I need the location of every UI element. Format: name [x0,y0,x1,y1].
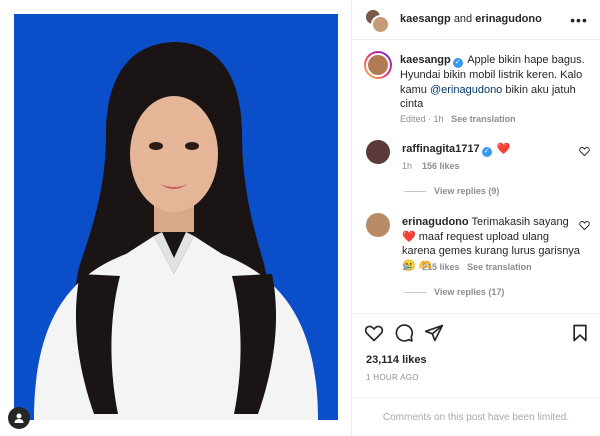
like-comment-icon[interactable] [579,146,590,157]
author-conjunction: and [453,13,473,25]
caption-meta: Edited · 1h See translation [400,114,516,124]
share-send-icon[interactable] [424,323,444,343]
post-media-pane [0,0,352,436]
comment-text: raffinagita1717 ✓ ❤️ [402,142,582,157]
comment-likes[interactable]: 156 likes [422,161,460,171]
view-replies-button[interactable]: View replies (17) [434,287,504,297]
post-photo[interactable] [14,14,338,420]
post-authors: kaesangp and erinagudono [400,13,542,25]
collab-avatars[interactable] [364,8,390,34]
verified-badge-icon: ✓ [452,58,463,68]
heart-emoji: ❤️ [496,143,511,155]
comment-meta: 1h 215 likes See translation [402,262,532,272]
comment-body-2: maaf request upload ulang karena gemes k… [402,230,580,258]
tagged-user-button[interactable] [8,407,30,429]
caption-username[interactable]: kaesangp [400,54,451,66]
post-timestamp[interactable]: 1 HOUR AGO [366,373,419,382]
post-likes-count[interactable]: 23,114 likes [366,354,427,366]
author-link[interactable]: erinagudono [475,13,542,25]
comment-username[interactable]: erinagudono [402,216,469,228]
author-link[interactable]: kaesangp [400,13,451,25]
comment-body: Terimakasih sayang [471,216,569,228]
more-options-icon[interactable]: ••• [570,11,588,29]
caption-time: 1h [433,114,444,124]
portrait-illustration [14,14,338,420]
comment-likes[interactable]: 215 likes [422,262,460,272]
comment-username[interactable]: raffinagita1717 [402,143,480,155]
see-translation-link[interactable]: See translation [467,262,532,272]
comments-limited-notice: Comments on this post have been limited. [352,397,600,436]
mention-link[interactable]: @erinagudono [430,84,502,96]
user-icon [14,413,24,423]
post-header: kaesangp and erinagudono ••• [352,0,600,40]
heart-emoji: ❤️ [402,230,416,243]
action-bar [352,313,600,353]
comment-meta: 1h 156 likes [402,161,460,171]
avatar [371,15,390,34]
comment-time: 1h [402,161,413,171]
like-comment-icon[interactable] [579,220,590,231]
post-sidebar: kaesangp and erinagudono ••• kaesangp ✓ A… [352,0,600,436]
caption-avatar[interactable] [364,51,392,79]
caption-text: kaesangp ✓ Apple bikin hape bagus. Hyunda… [400,53,592,112]
bookmark-save-icon[interactable] [570,323,590,343]
comment-time: 1h [402,262,413,272]
like-heart-icon[interactable] [364,323,384,343]
verified-badge-icon: ✓ [481,147,492,157]
divider [404,191,426,192]
view-replies-button[interactable]: View replies (9) [434,186,499,196]
see-translation-link[interactable]: See translation [451,114,516,124]
comment-avatar[interactable] [366,213,390,237]
edited-label: Edited [400,114,426,124]
divider [404,292,426,293]
comment-avatar[interactable] [366,140,390,164]
comment-bubble-icon[interactable] [394,323,414,343]
